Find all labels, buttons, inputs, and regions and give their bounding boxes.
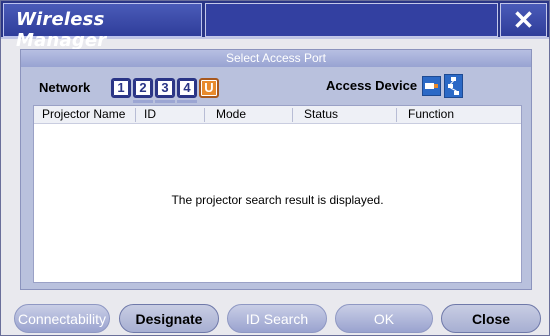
network-3-underline xyxy=(155,100,175,103)
network-button-u[interactable]: U xyxy=(199,78,219,98)
empty-result-message: The projector search result is displayed… xyxy=(171,193,384,207)
close-icon: ✕ xyxy=(512,5,535,35)
network-button-2[interactable]: 2 xyxy=(133,78,153,98)
table-header: Projector Name ID Mode Status Function xyxy=(34,106,521,124)
network-hub-icon[interactable] xyxy=(444,74,463,98)
column-status[interactable]: Status xyxy=(304,107,338,121)
column-separator xyxy=(135,108,136,122)
title-bar: Wireless Manager ✕ xyxy=(1,1,549,51)
title-bar-fill xyxy=(205,3,498,37)
wireless-manager-window: Wireless Manager ✕ Select Access Port Ne… xyxy=(0,0,550,336)
designate-button[interactable]: Designate xyxy=(119,304,219,333)
column-mode[interactable]: Mode xyxy=(216,107,246,121)
access-device-label: Access Device xyxy=(326,78,418,93)
column-separator xyxy=(204,108,205,122)
network-button-3[interactable]: 3 xyxy=(155,78,175,98)
column-separator xyxy=(396,108,397,122)
close-button[interactable]: Close xyxy=(441,304,541,333)
pc-card-icon[interactable] xyxy=(422,76,441,96)
window-title: Wireless Manager xyxy=(16,9,107,51)
column-separator xyxy=(292,108,293,122)
network-4-underline xyxy=(177,100,197,103)
network-label: Network xyxy=(39,80,91,95)
network-button-1[interactable]: 1 xyxy=(111,78,131,98)
projector-table: Projector Name ID Mode Status Function T… xyxy=(33,105,522,283)
network-button-4[interactable]: 4 xyxy=(177,78,197,98)
select-access-port-panel: Select Access Port Network 1 2 3 4 U Acc… xyxy=(20,49,532,290)
network-2-underline xyxy=(133,100,153,103)
column-projector-name[interactable]: Projector Name xyxy=(42,107,125,121)
connectability-button[interactable]: Connectability xyxy=(14,304,110,333)
column-function[interactable]: Function xyxy=(408,107,454,121)
column-id[interactable]: ID xyxy=(144,107,156,121)
title-tab: Wireless Manager xyxy=(3,3,202,51)
id-search-button[interactable]: ID Search xyxy=(227,304,327,333)
close-window-button[interactable]: ✕ xyxy=(500,3,547,37)
ok-button[interactable]: OK xyxy=(335,304,433,333)
panel-header: Select Access Port xyxy=(21,50,531,67)
